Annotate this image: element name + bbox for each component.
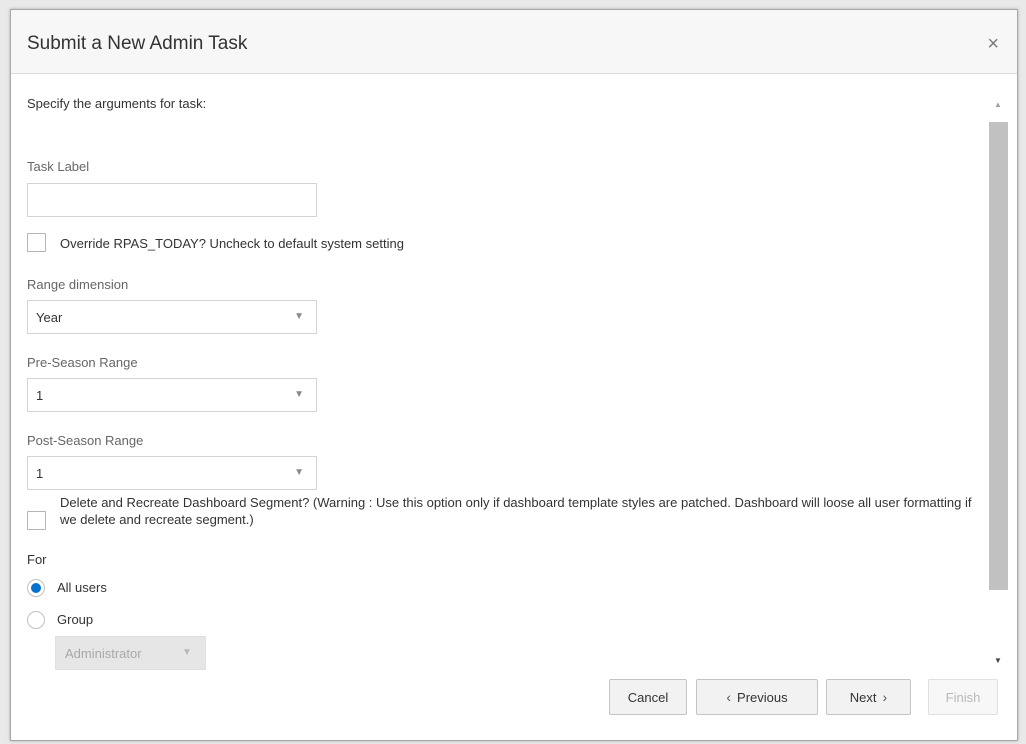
previous-button-label: Previous bbox=[737, 689, 788, 705]
intro-text: Specify the arguments for task: bbox=[27, 96, 207, 111]
override-today-label: Override RPAS_TODAY? Uncheck to default … bbox=[60, 236, 404, 251]
cancel-button[interactable]: Cancel bbox=[609, 679, 687, 715]
range-dimension-value: Year bbox=[36, 310, 63, 325]
task-label-input[interactable] bbox=[27, 183, 317, 217]
dialog-footer: Cancel ‹ Previous Next › Finish bbox=[11, 674, 1017, 742]
admin-task-dialog: Submit a New Admin Task × Specify the ar… bbox=[10, 9, 1018, 741]
pre-season-heading: Pre-Season Range bbox=[27, 355, 138, 370]
scroll-down-icon[interactable]: ▼ bbox=[994, 656, 1002, 665]
next-button[interactable]: Next › bbox=[826, 679, 911, 715]
task-label-heading: Task Label bbox=[27, 159, 90, 174]
finish-button-label: Finish bbox=[945, 689, 981, 705]
group-select: Administrator ▼ bbox=[55, 636, 206, 670]
chevron-down-icon: ▼ bbox=[294, 467, 304, 478]
dialog-body: Specify the arguments for task: Task Lab… bbox=[11, 74, 1017, 674]
form-content: Specify the arguments for task: Task Lab… bbox=[27, 74, 987, 674]
chevron-left-icon: ‹ bbox=[726, 689, 732, 705]
dialog-header: Submit a New Admin Task × bbox=[11, 10, 1017, 74]
all-users-label: All users bbox=[57, 580, 107, 595]
group-label: Group bbox=[57, 612, 94, 627]
range-dimension-heading: Range dimension bbox=[27, 277, 129, 292]
chevron-down-icon: ▼ bbox=[294, 311, 304, 322]
group-radio[interactable] bbox=[27, 611, 45, 629]
group-select-value: Administrator bbox=[65, 646, 142, 661]
scrollbar-thumb[interactable] bbox=[989, 122, 1008, 590]
next-button-label: Next bbox=[849, 689, 877, 705]
vertical-scrollbar[interactable]: ▲ ▼ bbox=[989, 82, 1008, 672]
recreate-segment-checkbox[interactable] bbox=[27, 511, 46, 530]
post-season-value: 1 bbox=[36, 466, 44, 481]
pre-season-select[interactable]: 1 ▼ bbox=[27, 378, 317, 412]
for-label: For bbox=[27, 552, 47, 567]
chevron-down-icon: ▼ bbox=[294, 389, 304, 400]
pre-season-value: 1 bbox=[36, 388, 44, 403]
finish-button[interactable]: Finish bbox=[928, 679, 998, 715]
chevron-down-icon: ▼ bbox=[182, 647, 192, 658]
override-today-checkbox[interactable] bbox=[27, 233, 46, 252]
dialog-title: Submit a New Admin Task bbox=[27, 33, 248, 54]
previous-button[interactable]: ‹ Previous bbox=[696, 679, 818, 715]
range-dimension-select[interactable]: Year ▼ bbox=[27, 300, 317, 334]
chevron-right-icon: › bbox=[882, 689, 888, 705]
all-users-radio[interactable] bbox=[27, 579, 45, 597]
post-season-heading: Post-Season Range bbox=[27, 433, 144, 448]
close-icon[interactable]: × bbox=[987, 34, 999, 54]
recreate-segment-label: Delete and Recreate Dashboard Segment? (… bbox=[60, 495, 972, 527]
cancel-button-label: Cancel bbox=[627, 689, 669, 705]
scroll-up-icon[interactable]: ▲ bbox=[994, 100, 1002, 109]
post-season-select[interactable]: 1 ▼ bbox=[27, 456, 317, 490]
